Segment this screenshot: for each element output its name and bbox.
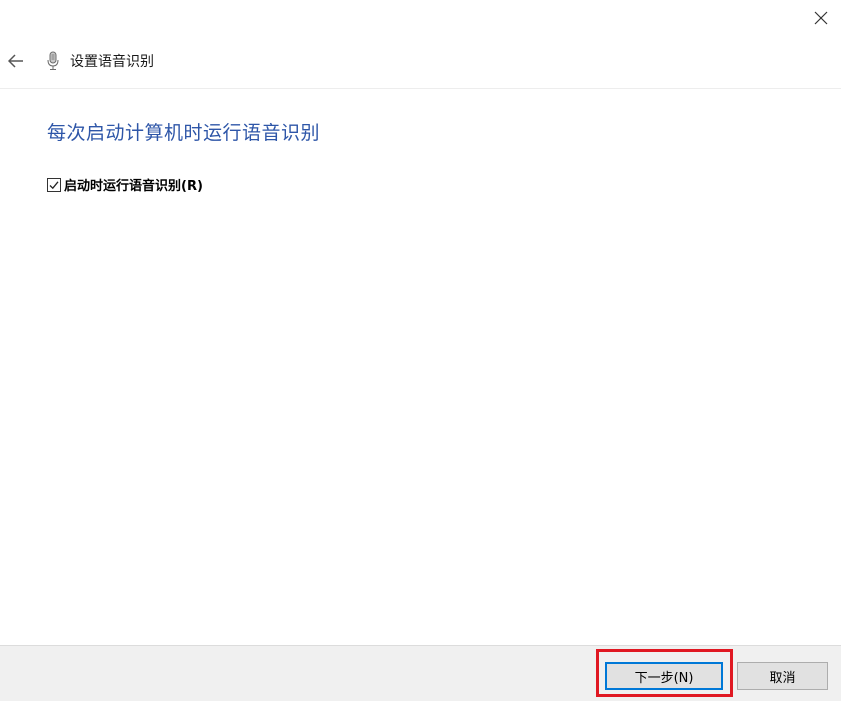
wizard-title: 设置语音识别 (70, 54, 154, 70)
wizard-header: 设置语音识别 (0, 44, 841, 78)
back-arrow-icon (8, 54, 23, 68)
run-at-startup-label: 启动时运行语音识别(R) (64, 179, 203, 194)
checkmark-icon (49, 180, 59, 189)
run-at-startup-option[interactable]: 启动时运行语音识别(R) (47, 175, 203, 194)
microphone-icon (44, 50, 62, 72)
next-button[interactable]: 下一步(N) (605, 662, 723, 690)
wizard-footer: 下一步(N) 取消 (0, 645, 841, 701)
page-heading: 每次启动计算机时运行语音识别 (47, 122, 321, 144)
back-button[interactable] (2, 47, 30, 75)
cancel-button[interactable]: 取消 (737, 662, 828, 690)
close-icon (814, 11, 828, 25)
header-divider (0, 88, 841, 89)
close-button[interactable] (805, 4, 837, 32)
run-at-startup-checkbox[interactable] (47, 177, 61, 192)
setup-speech-recognition-window: 设置语音识别 每次启动计算机时运行语音识别 启动时运行语音识别(R) 下一步(N… (0, 0, 841, 701)
